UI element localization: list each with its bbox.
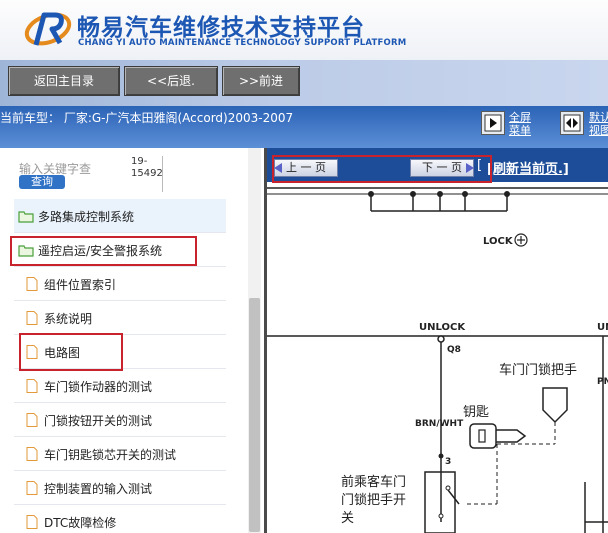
app-subtitle: CHANG YI AUTO MAINTENANCE TECHNOLOGY SUP… [78,38,407,48]
main-toolbar: 返回主目录 <<后退. >>前进 [0,60,608,106]
folder-open-icon [18,242,34,257]
tree-item-label: 多路集成控制系统 [38,210,135,224]
document-icon [24,344,40,359]
document-icon [24,310,40,325]
tree-item-label: 车门钥匙锁芯开关的测试 [44,448,177,462]
fullscreen-menu-icon[interactable] [481,111,505,135]
tree-panel: 输入关键字查 查询 19- 15492 多路集成控制系统 遥控启运/安全警报系统… [0,148,264,533]
tree-item-label: DTC故障检修 [44,516,117,530]
document-icon [24,412,40,427]
fullscreen-menu-link[interactable]: 全屏 菜单 [509,111,531,137]
circuit-diagram: LOCK UNLOCK UN Q8 车门门锁把手 PN 钥匙 BRN/WHT [267,187,608,533]
tree-item-label: 控制装置的输入测试 [44,482,153,496]
tree-item-label: 电路图 [44,346,81,360]
back-button[interactable]: <<后退. [124,66,218,96]
tree-item-dtc-troubleshooting[interactable]: DTC故障检修 [14,505,226,533]
tree-item-door-actuator-test[interactable]: 车门锁作动器的测试 [14,369,226,403]
fullscreen-link-line2: 菜单 [509,124,531,137]
tree-item-remote-start-alarm[interactable]: 遥控启运/安全警报系统 [14,233,226,267]
q8-label: Q8 [447,345,461,355]
wire-color-label: BRN/WHT [415,419,464,429]
tree-item-control-input-test[interactable]: 控制装置的输入测试 [14,471,226,505]
key-label: 钥匙 [463,405,489,420]
tree-item-circuit-diagram[interactable]: 电路图 [14,335,226,369]
folder-open-icon [18,208,34,223]
home-button[interactable]: 返回主目录 [8,66,120,96]
viewer-panel: 上 一 页 下 一 页 [ [刷新当前页.] LOCK UNLOCK U Q8 … [267,148,608,533]
key-cylinder-icon [469,423,497,449]
document-icon [24,446,40,461]
pin-number-label: 3 [445,457,451,467]
search-button[interactable]: 查询 [19,175,65,189]
tree-item-key-cylinder-switch-test[interactable]: 车门钥匙锁芯开关的测试 [14,437,226,471]
tree-item-label: 门锁按钮开关的测试 [44,414,153,428]
forward-button[interactable]: >>前进 [222,66,300,96]
search-input[interactable]: 19- 15492 [131,156,163,192]
default-view-link[interactable]: 默认 视图 [589,111,608,137]
svg-text:R: R [24,7,35,11]
lock-label: LOCK [483,236,514,247]
app-title: 畅易汽车维修技术支持平台 [77,15,365,41]
vehicle-bar: 当前车型： 厂家:G-广汽本田雅阁(Accord)2003-2007 全屏 菜单… [0,106,608,148]
passenger-switch-label-line2: 门锁把手开 [341,492,406,508]
prev-page-button[interactable]: 上 一 页 [274,159,338,177]
document-icon [24,480,40,495]
next-page-label: 下 一 页 [422,161,462,174]
tree-item-multiplex-control[interactable]: 多路集成控制系统 [14,199,226,233]
document-icon [24,514,40,529]
default-view-icon[interactable] [560,111,584,135]
passenger-switch-label-line3: 关 [341,511,354,526]
refresh-page-link[interactable]: [刷新当前页.] [487,158,569,177]
passenger-switch-label-line1: 前乘客车门 [341,474,406,490]
page-nav-bar: 上 一 页 下 一 页 [ [刷新当前页.] [267,148,608,183]
tree-scrollbar-thumb[interactable] [249,298,260,532]
search-value-line1: 19- [131,156,148,167]
handle-switch-symbol [542,387,568,424]
tree-item-lock-button-switch-test[interactable]: 门锁按钮开关的测试 [14,403,226,437]
tree-item-component-index[interactable]: 组件位置索引 [14,267,226,301]
view-link-line2: 视图 [589,124,608,137]
door-handle-label: 车门门锁把手 [499,362,577,378]
document-icon [24,378,40,393]
logo-icon: R [24,7,72,51]
tree-item-label: 车门锁作动器的测试 [44,380,153,394]
tree-item-system-description[interactable]: 系统说明 [14,301,226,335]
bracket-glyph: [ [477,158,483,173]
view-link-line1: 默认 [589,111,608,124]
fullscreen-link-line1: 全屏 [509,111,531,124]
arrow-left-icon [274,163,282,173]
current-vehicle-text: 当前车型： 厂家:G-广汽本田雅阁(Accord)2003-2007 [0,111,294,125]
tree-item-label: 组件位置索引 [44,278,117,292]
tree-item-label: 遥控启运/安全警报系统 [38,244,163,258]
unlock-label: UNLOCK [419,322,466,333]
next-page-button[interactable]: 下 一 页 [410,159,474,177]
document-icon [24,276,40,291]
arrow-right-icon [466,163,474,173]
tree-item-label: 系统说明 [44,312,93,326]
app-window: R 畅易汽车维修技术支持平台 CHANG YI AUTO MAINTENANCE… [0,0,608,533]
search-value-line2: 15492 [131,168,163,179]
prev-page-label: 上 一 页 [286,161,326,174]
unlock-label-right: UN [597,322,608,333]
app-header: R 畅易汽车维修技术支持平台 CHANG YI AUTO MAINTENANCE… [0,0,608,60]
